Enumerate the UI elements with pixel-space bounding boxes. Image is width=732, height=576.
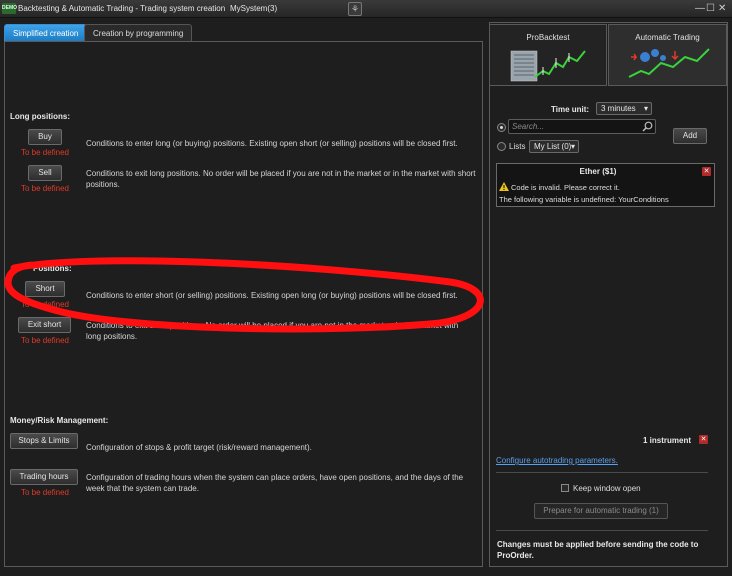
chevron-down-icon: ▾ bbox=[643, 104, 648, 113]
tab-simplified-creation[interactable]: Simplified creation bbox=[4, 24, 88, 41]
automatic-trading-label: Automatic Trading bbox=[635, 33, 700, 42]
tab-automatic-trading[interactable]: Automatic Trading bbox=[608, 24, 727, 86]
lists-radio[interactable] bbox=[497, 142, 506, 151]
automatic-trading-icon bbox=[628, 48, 710, 78]
creation-tabs: Simplified creation Creation by programm… bbox=[0, 22, 483, 42]
chevron-down-icon: ▾ bbox=[570, 142, 575, 151]
remove-all-instruments-icon[interactable]: ✕ bbox=[699, 435, 708, 444]
time-unit-label: Time unit: bbox=[551, 105, 590, 114]
tab-creation-by-programming[interactable]: Creation by programming bbox=[84, 24, 193, 41]
instrument-count: 1 instrument bbox=[643, 436, 692, 445]
warning-icon bbox=[499, 182, 509, 191]
keep-window-open-checkbox[interactable] bbox=[561, 484, 569, 492]
trading-hours-button[interactable]: Trading hours bbox=[10, 469, 78, 485]
close-button[interactable]: ✕ bbox=[718, 3, 726, 14]
maximize-button[interactable]: ☐ bbox=[706, 3, 715, 14]
buy-button[interactable]: Buy bbox=[28, 129, 62, 145]
time-unit-value: 3 minutes bbox=[601, 104, 636, 113]
link-icon[interactable]: ⚘ bbox=[348, 2, 362, 16]
window-title: Backtesting & Automatic Trading - Tradin… bbox=[18, 4, 226, 13]
buy-status: To be defined bbox=[20, 148, 70, 157]
trading-hours-status: To be defined bbox=[20, 488, 70, 497]
add-button[interactable]: Add bbox=[673, 128, 707, 144]
search-input[interactable]: Search... bbox=[508, 119, 656, 134]
stops-limits-button[interactable]: Stops & Limits bbox=[10, 433, 78, 449]
search-radio[interactable] bbox=[497, 123, 506, 132]
sell-button[interactable]: Sell bbox=[28, 165, 62, 181]
trading-hours-description: Configuration of trading hours when the … bbox=[86, 473, 464, 493]
instrument-name: Ether ($1) bbox=[579, 167, 617, 176]
divider bbox=[496, 472, 708, 473]
minimize-button[interactable]: — bbox=[695, 3, 705, 14]
divider bbox=[496, 530, 708, 531]
app-logo-icon: DEMO bbox=[2, 3, 17, 14]
tab-probacktest[interactable]: ProBacktest bbox=[489, 24, 607, 86]
exit-short-status: To be defined bbox=[20, 336, 70, 345]
search-icon[interactable] bbox=[642, 121, 653, 132]
error-detail: The following variable is undefined: You… bbox=[499, 195, 669, 204]
buy-description: Conditions to enter long (or buying) pos… bbox=[86, 139, 458, 148]
list-select-value: My List (0) bbox=[534, 142, 572, 151]
long-positions-heading: Long positions: bbox=[10, 112, 70, 121]
prepare-automatic-trading-button[interactable]: Prepare for automatic trading (1) bbox=[534, 503, 668, 519]
error-message: Code is invalid. Please correct it. bbox=[511, 183, 620, 192]
list-select[interactable]: My List (0) ▾ bbox=[529, 140, 579, 153]
sell-description: Conditions to exit long positions. No or… bbox=[86, 169, 476, 189]
lists-label: Lists bbox=[509, 142, 526, 151]
remove-instrument-icon[interactable]: ✕ bbox=[702, 167, 711, 176]
probacktest-chart-icon bbox=[510, 50, 586, 82]
keep-window-open-label: Keep window open bbox=[573, 484, 641, 493]
configure-autotrading-link[interactable]: Configure autotrading parameters. bbox=[496, 456, 618, 465]
sell-status: To be defined bbox=[20, 184, 70, 193]
window-titlebar: DEMO Backtesting & Automatic Trading - T… bbox=[0, 0, 732, 18]
money-risk-heading: Money/Risk Management: bbox=[10, 416, 109, 425]
probacktest-label: ProBacktest bbox=[526, 33, 570, 42]
time-unit-select[interactable]: 3 minutes ▾ bbox=[596, 102, 652, 115]
footer-note: Changes must be applied before sending t… bbox=[497, 540, 699, 560]
stops-description: Configuration of stops & profit target (… bbox=[86, 443, 312, 452]
red-annotation-circle bbox=[4, 257, 484, 333]
system-name: MySystem(3) bbox=[230, 4, 278, 13]
